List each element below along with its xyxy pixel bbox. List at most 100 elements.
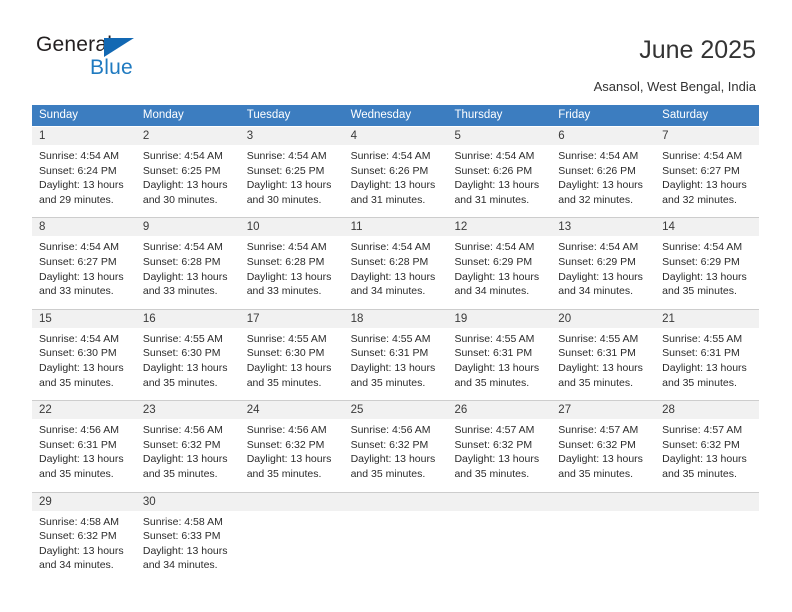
day-details: Sunrise: 4:55 AM Sunset: 6:31 PM Dayligh… [551,328,655,400]
week-row: 8 Sunrise: 4:54 AM Sunset: 6:27 PM Dayli… [32,217,760,309]
day-details [447,511,551,577]
day-details: Sunrise: 4:54 AM Sunset: 6:26 PM Dayligh… [344,145,448,217]
sunset-line: Sunset: 6:33 PM [142,530,221,543]
day-cell[interactable]: 11 Sunrise: 4:54 AM Sunset: 6:28 PM Dayl… [343,218,448,309]
day-details: Sunrise: 4:56 AM Sunset: 6:32 PM Dayligh… [240,419,344,491]
sunrise-line: Sunrise: 4:54 AM [558,150,639,162]
daylight-line-1: Daylight: 13 hours [662,361,747,374]
day-cell[interactable]: 5 Sunrise: 4:54 AM Sunset: 6:26 PM Dayli… [447,127,552,218]
day-details: Sunrise: 4:54 AM Sunset: 6:27 PM Dayligh… [655,145,759,217]
day-number: 20 [551,309,656,328]
daylight-line-2: and 35 minutes. [558,467,634,480]
day-cell[interactable]: 30 Sunrise: 4:58 AM Sunset: 6:33 PM Dayl… [135,492,240,583]
sunrise-line: Sunrise: 4:55 AM [246,332,327,345]
daylight-line-2: and 34 minutes. [142,559,218,572]
sunset-line: Sunset: 6:28 PM [142,255,221,268]
sunrise-line: Sunrise: 4:54 AM [246,150,327,162]
day-details: Sunrise: 4:55 AM Sunset: 6:30 PM Dayligh… [240,328,344,400]
day-cell[interactable]: 4 Sunrise: 4:54 AM Sunset: 6:26 PM Dayli… [343,127,448,218]
sunset-line: Sunset: 6:31 PM [39,438,117,451]
daylight-line-2: and 35 minutes. [558,376,634,389]
weekday-monday: Monday [142,109,184,121]
day-cell[interactable]: 3 Sunrise: 4:54 AM Sunset: 6:25 PM Dayli… [239,127,344,218]
weekday-wednesday: Wednesday [350,109,412,121]
week-row: 15 Sunrise: 4:54 AM Sunset: 6:30 PM Dayl… [32,308,760,401]
day-cell-empty [239,492,344,583]
sunrise-line: Sunrise: 4:54 AM [350,150,431,162]
day-cell[interactable]: 24 Sunrise: 4:56 AM Sunset: 6:32 PM Dayl… [239,401,344,492]
daylight-line-2: and 35 minutes. [662,376,737,389]
sunrise-line: Sunrise: 4:55 AM [558,332,639,345]
day-cell[interactable]: 20 Sunrise: 4:55 AM Sunset: 6:31 PM Dayl… [551,309,656,401]
daylight-line-2: and 33 minutes. [39,285,114,298]
day-cell[interactable]: 6 Sunrise: 4:54 AM Sunset: 6:26 PM Dayli… [551,127,656,218]
day-cell[interactable]: 18 Sunrise: 4:55 AM Sunset: 6:31 PM Dayl… [343,309,448,401]
sunset-line: Sunset: 6:30 PM [39,347,117,360]
sunrise-line: Sunrise: 4:54 AM [558,241,639,254]
day-cell[interactable]: 21 Sunrise: 4:55 AM Sunset: 6:31 PM Dayl… [655,309,760,401]
daylight-line-2: and 32 minutes. [558,193,634,206]
day-cell[interactable]: 22 Sunrise: 4:56 AM Sunset: 6:31 PM Dayl… [32,401,136,492]
day-details: Sunrise: 4:54 AM Sunset: 6:25 PM Dayligh… [136,145,240,217]
day-number [447,492,552,511]
day-details: Sunrise: 4:58 AM Sunset: 6:32 PM Dayligh… [32,511,136,583]
sunrise-line: Sunrise: 4:57 AM [558,424,639,437]
day-number: 1 [32,127,136,145]
day-details [344,511,448,577]
day-details: Sunrise: 4:55 AM Sunset: 6:31 PM Dayligh… [447,328,551,400]
day-cell[interactable]: 2 Sunrise: 4:54 AM Sunset: 6:25 PM Dayli… [135,127,240,218]
day-cell-empty [655,492,760,583]
sunset-line: Sunset: 6:29 PM [454,255,533,268]
daylight-line-1: Daylight: 13 hours [350,361,436,374]
day-details: Sunrise: 4:54 AM Sunset: 6:25 PM Dayligh… [240,145,344,217]
day-number: 7 [655,127,760,145]
generalblue-logo[interactable]: General Blue [36,33,196,89]
sunset-line: Sunset: 6:32 PM [558,438,636,451]
sunrise-line: Sunrise: 4:55 AM [350,332,431,345]
sunset-line: Sunset: 6:31 PM [350,347,429,360]
day-cell[interactable]: 14 Sunrise: 4:54 AM Sunset: 6:29 PM Dayl… [655,218,760,309]
daylight-line-2: and 30 minutes. [246,193,322,206]
daylight-line-1: Daylight: 13 hours [142,361,228,374]
daylight-line-2: and 34 minutes. [454,285,530,298]
day-number: 21 [655,309,760,328]
sunset-line: Sunset: 6:28 PM [350,255,429,268]
daylight-line-1: Daylight: 13 hours [558,361,643,374]
day-cell[interactable]: 1 Sunrise: 4:54 AM Sunset: 6:24 PM Dayli… [32,127,136,218]
logo-text-blue: Blue [90,56,133,79]
day-details [551,511,655,577]
day-details: Sunrise: 4:54 AM Sunset: 6:29 PM Dayligh… [655,236,759,308]
day-cell[interactable]: 19 Sunrise: 4:55 AM Sunset: 6:31 PM Dayl… [447,309,552,401]
daylight-line-2: and 35 minutes. [662,285,737,298]
day-cell[interactable]: 25 Sunrise: 4:56 AM Sunset: 6:32 PM Dayl… [343,401,448,492]
day-cell[interactable]: 8 Sunrise: 4:54 AM Sunset: 6:27 PM Dayli… [32,218,136,309]
day-cell[interactable]: 9 Sunrise: 4:54 AM Sunset: 6:28 PM Dayli… [135,218,240,309]
day-cell[interactable]: 16 Sunrise: 4:55 AM Sunset: 6:30 PM Dayl… [135,309,240,401]
calendar-grid: Sunday Monday Tuesday Wednesday Thursday… [32,105,760,583]
day-cell[interactable]: 7 Sunrise: 4:54 AM Sunset: 6:27 PM Dayli… [655,127,760,218]
day-cell[interactable]: 23 Sunrise: 4:56 AM Sunset: 6:32 PM Dayl… [135,401,240,492]
day-cell[interactable]: 17 Sunrise: 4:55 AM Sunset: 6:30 PM Dayl… [239,309,344,401]
day-cell[interactable]: 12 Sunrise: 4:54 AM Sunset: 6:29 PM Dayl… [447,218,552,309]
sunset-line: Sunset: 6:26 PM [558,164,636,177]
sunrise-line: Sunrise: 4:55 AM [662,332,743,345]
day-cell[interactable]: 27 Sunrise: 4:57 AM Sunset: 6:32 PM Dayl… [551,401,656,492]
day-number: 26 [447,401,552,420]
daylight-line-1: Daylight: 13 hours [454,270,540,283]
daylight-line-1: Daylight: 13 hours [454,361,540,374]
day-number [239,492,344,511]
sunset-line: Sunset: 6:31 PM [662,347,740,360]
day-cell[interactable]: 10 Sunrise: 4:54 AM Sunset: 6:28 PM Dayl… [239,218,344,309]
daylight-line-2: and 35 minutes. [246,376,322,389]
day-number: 17 [239,309,344,328]
day-number [343,492,448,511]
day-cell[interactable]: 29 Sunrise: 4:58 AM Sunset: 6:32 PM Dayl… [32,492,136,583]
day-cell[interactable]: 26 Sunrise: 4:57 AM Sunset: 6:32 PM Dayl… [447,401,552,492]
day-cell[interactable]: 13 Sunrise: 4:54 AM Sunset: 6:29 PM Dayl… [551,218,656,309]
daylight-line-1: Daylight: 13 hours [454,179,540,192]
day-cell[interactable]: 15 Sunrise: 4:54 AM Sunset: 6:30 PM Dayl… [32,309,136,401]
day-details: Sunrise: 4:54 AM Sunset: 6:30 PM Dayligh… [32,328,136,400]
sunrise-line: Sunrise: 4:54 AM [39,150,119,162]
day-cell[interactable]: 28 Sunrise: 4:57 AM Sunset: 6:32 PM Dayl… [655,401,760,492]
day-details: Sunrise: 4:56 AM Sunset: 6:31 PM Dayligh… [32,419,136,491]
